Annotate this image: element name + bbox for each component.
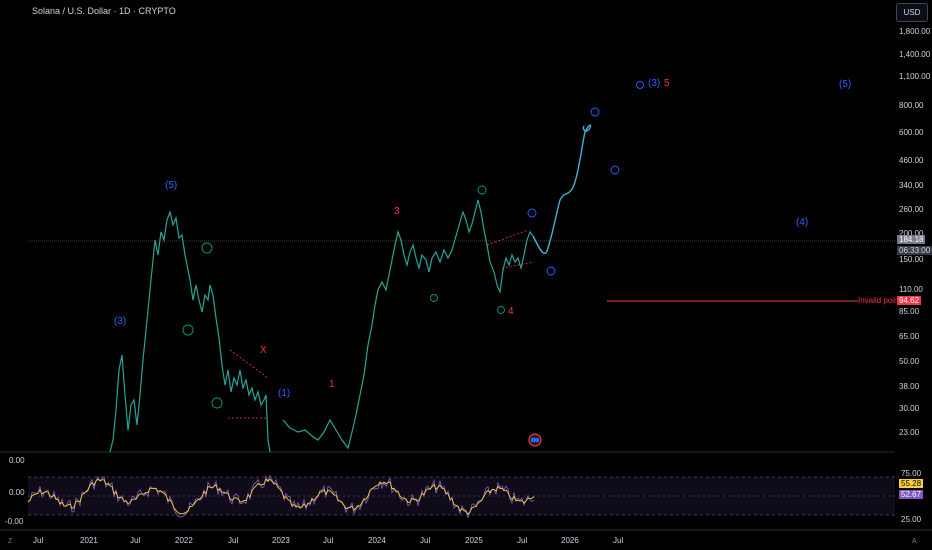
price-label: 1,400.00 bbox=[899, 50, 931, 59]
price-label: 800.00 bbox=[899, 101, 924, 110]
price-label: 340.00 bbox=[899, 181, 924, 190]
wave-label: (3) bbox=[114, 316, 127, 327]
price-label: 65.00 bbox=[899, 332, 920, 341]
wave-label: X bbox=[260, 345, 267, 356]
price-label: 1,800.00 bbox=[899, 27, 931, 36]
rsi-purple-value: 52.67 bbox=[899, 490, 924, 499]
chart-root[interactable]: Solana / U.S. Dollar · 1D · CRYPTO USD 1… bbox=[0, 0, 932, 550]
wave-label: (3) bbox=[648, 78, 661, 89]
timezone-icon[interactable]: Z bbox=[8, 538, 12, 545]
wave-label: 1 bbox=[329, 379, 335, 390]
chart-canvas[interactable] bbox=[0, 0, 932, 550]
time-label: Jul bbox=[323, 536, 334, 545]
time-label: Jul bbox=[420, 536, 431, 545]
price-label: 600.00 bbox=[899, 128, 924, 137]
auto-scale-icon[interactable]: A bbox=[912, 538, 917, 545]
price-label: 23.00 bbox=[899, 428, 920, 437]
current-price-badge: 184.18 bbox=[897, 235, 926, 244]
wave-label: (5) bbox=[165, 180, 178, 191]
time-label: 2023 bbox=[272, 536, 290, 545]
price-axis-bg bbox=[895, 0, 932, 550]
price-label: 30.00 bbox=[899, 404, 920, 413]
time-label: 2024 bbox=[368, 536, 386, 545]
time-label: 2021 bbox=[80, 536, 98, 545]
time-label: Jul bbox=[613, 536, 624, 545]
price-label: 1,100.00 bbox=[899, 72, 931, 81]
wave-label: 5 bbox=[664, 78, 670, 89]
time-label: Jul bbox=[228, 536, 239, 545]
countdown-badge: 06:33:00 bbox=[897, 246, 932, 255]
time-label: Jul bbox=[33, 536, 44, 545]
price-label: 85.00 bbox=[899, 307, 920, 316]
time-label: 2026 bbox=[561, 536, 579, 545]
osc-left-label: 0.00 bbox=[9, 456, 25, 465]
main-pane-bg bbox=[0, 0, 895, 452]
price-label: 460.00 bbox=[899, 156, 924, 165]
wave-label: (4) bbox=[796, 217, 809, 228]
wave-label: 4 bbox=[508, 306, 514, 317]
time-label: 2025 bbox=[465, 536, 483, 545]
invalid-price-badge: 94.62 bbox=[897, 296, 922, 305]
osc-right-label: 25.00 bbox=[901, 515, 922, 524]
rsi-yellow-value: 55.28 bbox=[899, 479, 924, 488]
invalid-point-label: Invalid point bbox=[858, 296, 901, 305]
currency-button[interactable]: USD bbox=[896, 3, 928, 22]
time-label: Jul bbox=[130, 536, 141, 545]
price-label: 150.00 bbox=[899, 255, 924, 264]
price-label: 110.00 bbox=[899, 285, 923, 294]
time-label: Jul bbox=[517, 536, 528, 545]
price-label: 50.00 bbox=[899, 357, 920, 366]
wave-label: (5) bbox=[839, 79, 852, 90]
event-flag-icon-inner bbox=[531, 438, 539, 442]
osc-right-label: 75.00 bbox=[901, 469, 922, 478]
wave-label: 3 bbox=[394, 206, 400, 217]
wave-label: (1) bbox=[278, 388, 291, 399]
price-label: 260.00 bbox=[899, 205, 924, 214]
osc-left-label: 0.00 bbox=[9, 488, 25, 497]
price-label: 38.00 bbox=[899, 382, 920, 391]
osc-left-label: -0.00 bbox=[5, 517, 24, 526]
time-label: 2022 bbox=[175, 536, 193, 545]
symbol-title[interactable]: Solana / U.S. Dollar · 1D · CRYPTO bbox=[32, 6, 176, 16]
